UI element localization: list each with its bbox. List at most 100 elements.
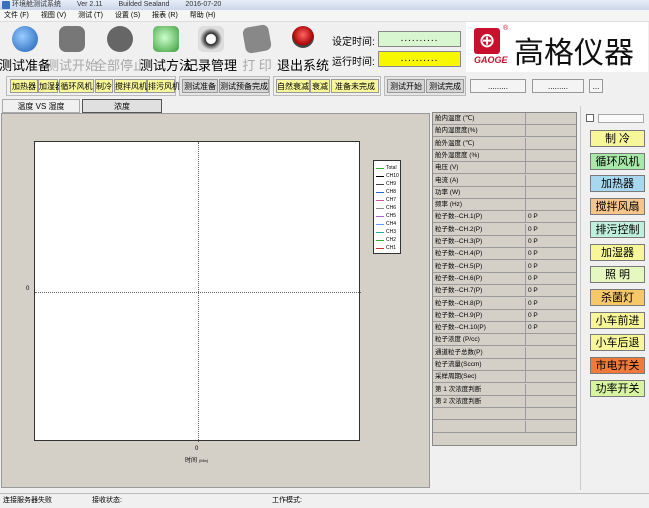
- reading-name: 舱内温度 (℃): [435, 115, 475, 122]
- reading-value: [525, 408, 576, 421]
- reading-value: [525, 371, 576, 384]
- reading-value: [525, 334, 576, 347]
- reading-value: [525, 125, 576, 138]
- prepare-done-button[interactable]: 测试预备完成: [219, 79, 269, 93]
- sidebar-checkbox[interactable]: [586, 114, 594, 122]
- legend-entry: CH4: [376, 220, 402, 228]
- table-row: 第 1 次浓度判断: [433, 383, 576, 396]
- reading-value: 0 P: [525, 285, 576, 298]
- legend-swatch: [376, 192, 384, 193]
- table-row: 电压 (V): [433, 162, 576, 175]
- gaoge-logo-icon: ⊕: [474, 28, 500, 54]
- legend-swatch: [376, 208, 384, 209]
- menu-help[interactable]: 帮助 (H): [190, 12, 216, 19]
- control-button[interactable]: 小车后退: [590, 334, 645, 352]
- legend-swatch: [376, 224, 384, 225]
- legend-label: CH2: [386, 237, 397, 243]
- legend-swatch: [376, 168, 384, 169]
- legend-swatch: [376, 248, 384, 249]
- reading-name: 舱内湿度度(%): [435, 127, 478, 135]
- reading-value: 0 P: [525, 223, 576, 236]
- print-icon: [241, 23, 273, 55]
- table-row: 粒子数--CH.1(P) 0 P: [433, 211, 576, 224]
- x-tick-label: 0: [195, 446, 199, 452]
- tab-temp-humidity[interactable]: 温度 VS 湿度: [2, 99, 80, 113]
- extra-field-3: ...: [589, 79, 603, 93]
- reading-name: 粒子数--CH.2(P): [435, 225, 483, 233]
- grid-line-horizontal: [35, 292, 361, 293]
- test-start-step-button[interactable]: 测试开始: [387, 79, 425, 93]
- power-icon: [292, 26, 314, 48]
- reading-name: 粒子数--CH.3(P): [435, 238, 483, 245]
- control-button[interactable]: 杀菌灯: [590, 288, 645, 306]
- reading-value: 0 P: [525, 236, 576, 248]
- circulation-fan-step-button[interactable]: 循环风机: [59, 79, 94, 93]
- legend-label: CH1: [386, 245, 397, 251]
- decay-button-group: 自然衰减 衰减 准备未完成: [273, 76, 381, 96]
- control-button[interactable]: 循环风机: [590, 152, 645, 170]
- control-button[interactable]: 制 冷: [590, 130, 645, 147]
- table-row: [433, 420, 576, 433]
- legend-label: CH6: [386, 205, 397, 211]
- control-button[interactable]: 小车前进: [590, 311, 645, 329]
- test-complete-button[interactable]: 测试完成: [426, 79, 464, 93]
- prepare-icon: [12, 26, 38, 52]
- heater-step-button[interactable]: 加热器: [10, 79, 38, 93]
- reading-name: 粒子数--CH.5(P): [435, 262, 483, 270]
- control-button[interactable]: 加热器: [590, 175, 645, 193]
- table-row: 功率 (W): [433, 186, 576, 199]
- legend-label: CH8: [386, 189, 397, 195]
- tab-concentration[interactable]: 浓度: [82, 99, 162, 113]
- stir-fan-step-button[interactable]: 搅拌风机: [114, 79, 147, 93]
- menu-report[interactable]: 报表 (R): [152, 12, 178, 19]
- control-button[interactable]: 搅拌风扇: [590, 198, 645, 216]
- humidifier-step-button[interactable]: 加湿器: [38, 79, 63, 93]
- decay-button[interactable]: 衰减: [310, 79, 330, 93]
- legend-entry: CH3: [376, 228, 402, 236]
- table-row: 舱内温度 (℃): [433, 113, 576, 125]
- table-row: 粒子数--CH.9(P) 0 P: [433, 309, 576, 322]
- control-button[interactable]: 功率开关: [590, 379, 645, 397]
- menu-test[interactable]: 测试 (T): [78, 12, 103, 19]
- cooling-step-button[interactable]: 制冷: [95, 79, 113, 93]
- control-button[interactable]: 加湿器: [590, 243, 645, 261]
- reading-value: 0 P: [525, 309, 576, 322]
- table-row: 舱外温度 (℃): [433, 137, 576, 150]
- prepare-step-button[interactable]: 测试准备: [182, 79, 218, 93]
- menu-view[interactable]: 视图 (V): [41, 12, 66, 19]
- reading-value: [525, 395, 576, 408]
- reading-value: 0 P: [525, 297, 576, 310]
- table-row: 粒子流量(Sccm): [433, 359, 576, 371]
- legend-label: CH4: [386, 221, 397, 227]
- sidebar-field[interactable]: [598, 114, 644, 123]
- work-mode-status: 工作模式:: [272, 497, 302, 504]
- natural-decay-button[interactable]: 自然衰减: [276, 79, 310, 93]
- reading-value: [525, 174, 576, 187]
- title-bar: 环境舱测试系统 Ver 2.11 Builded Sealand 2016-07…: [0, 0, 649, 10]
- control-button[interactable]: 市电开关: [590, 357, 645, 374]
- start-icon: [59, 26, 85, 52]
- legend-entry: CH6: [376, 204, 402, 212]
- reading-name: 粒子数--CH.10(P): [435, 324, 486, 332]
- reading-value: [525, 199, 576, 212]
- method-icon: [153, 26, 179, 52]
- stop-icon: [107, 26, 133, 52]
- table-row: 通道粒子总数(P): [433, 346, 576, 359]
- exhaust-fan-step-button[interactable]: 排污风机: [147, 79, 180, 93]
- reading-value: [525, 383, 576, 396]
- menu-settings[interactable]: 设置 (S): [115, 12, 140, 19]
- reading-value: [525, 137, 576, 150]
- table-row: 粒子浓度 (P/cc): [433, 334, 576, 347]
- table-row: 粒子数--CH.5(P) 0 P: [433, 260, 576, 273]
- run-time-value: ..........: [378, 51, 461, 67]
- prepare-incomplete-button[interactable]: 准备未完成: [331, 79, 379, 93]
- exit-button[interactable]: 退出系统: [276, 22, 330, 74]
- reading-value: [525, 149, 576, 162]
- control-button[interactable]: 照 明: [590, 266, 645, 284]
- legend-swatch: [376, 176, 384, 177]
- receive-status: 接收状态:: [92, 497, 122, 504]
- reading-name: 第 2 次浓度判断: [435, 397, 482, 405]
- legend-swatch: [376, 216, 384, 217]
- menu-file[interactable]: 文件 (F): [4, 12, 29, 19]
- control-button[interactable]: 排污控制: [590, 220, 645, 238]
